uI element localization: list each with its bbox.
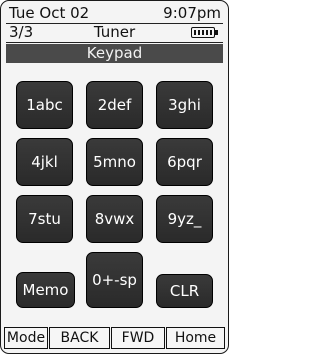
key-1[interactable]: 1abc [16, 81, 73, 129]
status-bar: Tue Oct 02 9:07pm [6, 4, 223, 22]
key-9[interactable]: 9yz_ [156, 195, 213, 243]
date-label: Tue Oct 02 [9, 4, 90, 22]
key-7[interactable]: 7stu [16, 195, 73, 243]
source-bar: 3/3 Tuner [6, 23, 223, 43]
key-3[interactable]: 3ghi [156, 81, 213, 129]
key-8[interactable]: 8vwx [86, 195, 143, 243]
mode-button[interactable]: Mode [4, 327, 48, 349]
clear-button[interactable]: CLR [156, 274, 213, 308]
softkey-bar: Mode BACK FWD Home [4, 327, 225, 349]
key-2[interactable]: 2def [86, 81, 143, 129]
page-title: Keypad [6, 44, 223, 63]
battery-icon [191, 27, 218, 38]
remote-screen: Tue Oct 02 9:07pm 3/3 Tuner Keypad 1abc … [0, 0, 229, 354]
keypad: 1abc 2def 3ghi 4jkl 5mno 6pqr 7stu 8vwx … [16, 81, 216, 308]
time-label: 9:07pm [163, 4, 221, 22]
memo-button[interactable]: Memo [16, 272, 75, 308]
key-4[interactable]: 4jkl [16, 138, 73, 186]
forward-button[interactable]: FWD [111, 327, 165, 349]
key-6[interactable]: 6pqr [156, 138, 213, 186]
home-button[interactable]: Home [166, 327, 225, 349]
back-button[interactable]: BACK [49, 327, 110, 349]
key-0[interactable]: 0+-sp [86, 252, 143, 308]
key-5[interactable]: 5mno [86, 138, 143, 186]
